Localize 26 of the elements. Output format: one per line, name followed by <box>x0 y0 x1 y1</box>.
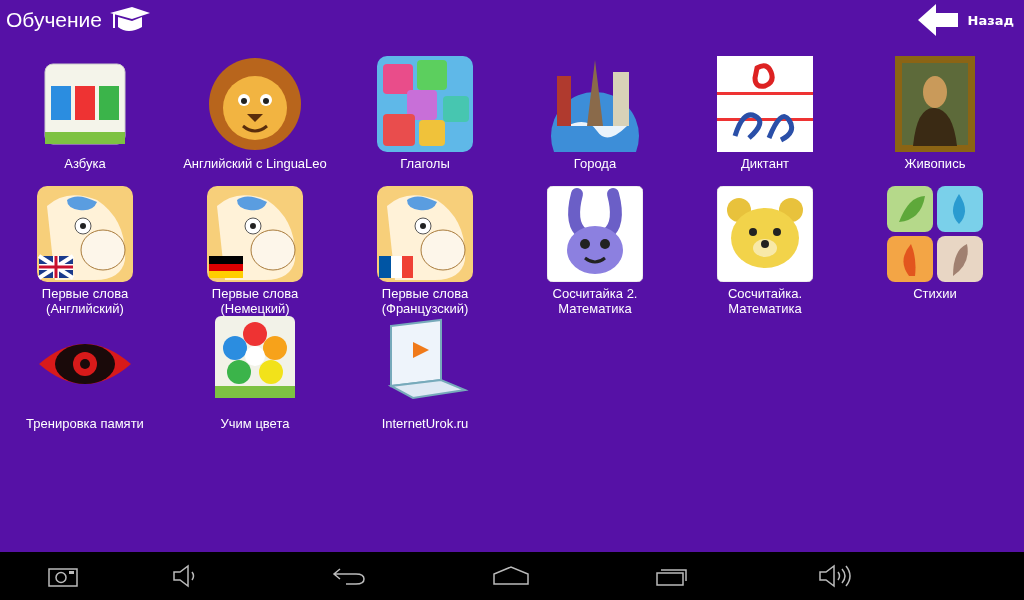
app-shortcut[interactable]: Города <box>510 56 680 186</box>
back-button[interactable]: Назад <box>911 1 1018 39</box>
app-shortcut[interactable]: Азбука <box>0 56 170 186</box>
app-shortcut[interactable]: Глаголы <box>340 56 510 186</box>
app-icon <box>37 186 133 282</box>
app-icon <box>207 186 303 282</box>
app-shortcut[interactable]: Первые слова (Немецкий) <box>170 186 340 316</box>
app-shortcut[interactable]: Стихии <box>850 186 1020 316</box>
app-shortcut[interactable]: Сосчитайка. Математика <box>680 186 850 316</box>
app-shortcut[interactable]: Первые слова (Французский) <box>340 186 510 316</box>
app-shortcut[interactable]: Живопись <box>850 56 1020 186</box>
app-icon <box>547 186 643 282</box>
app-icon <box>377 186 473 282</box>
screen-title: Обучение <box>6 8 103 32</box>
app-icon <box>377 56 473 152</box>
app-shortcut[interactable]: Сосчитайка 2. Математика <box>510 186 680 316</box>
app-icon <box>717 56 813 152</box>
app-icon <box>887 186 983 282</box>
app-shortcut[interactable]: Учим цвета <box>170 316 340 446</box>
app-icon <box>207 56 303 152</box>
app-icon <box>717 186 813 282</box>
app-shortcut[interactable]: InternetUrok.ru <box>340 316 510 446</box>
app-shortcut[interactable]: Первые слова (Английский) <box>0 186 170 316</box>
app-shortcut[interactable]: Английский с LinguaLeo <box>170 56 340 186</box>
app-shortcut[interactable]: Тренировка памяти <box>0 316 170 446</box>
app-shortcut[interactable]: Диктант <box>680 56 850 186</box>
